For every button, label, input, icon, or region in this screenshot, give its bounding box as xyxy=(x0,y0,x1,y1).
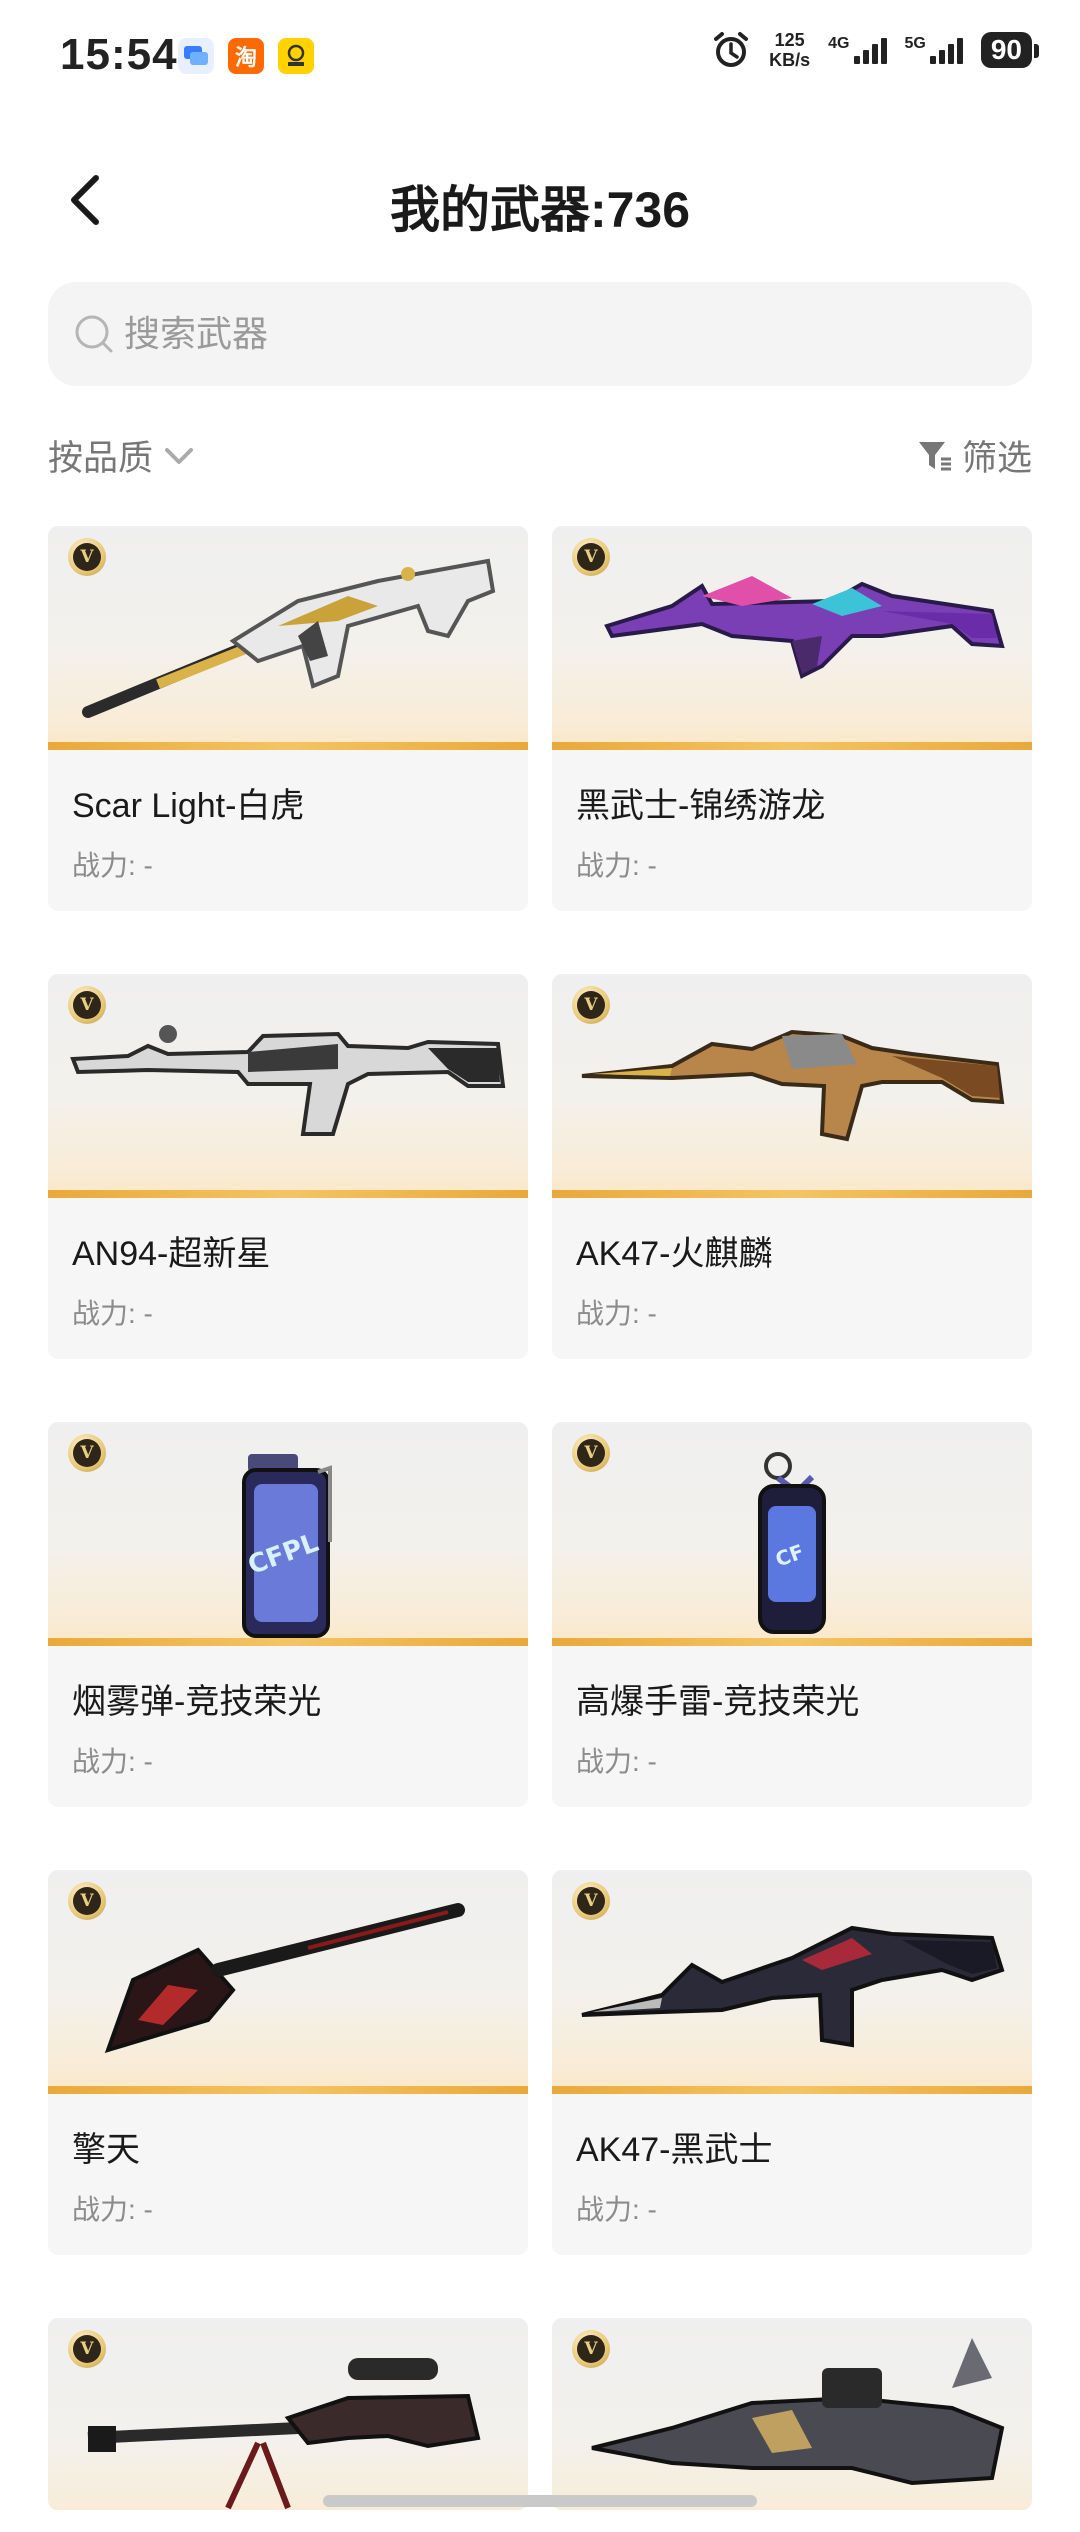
weapon-image-area: V xyxy=(552,526,1032,750)
filter-button[interactable]: 筛选 xyxy=(916,430,1032,481)
weapon-image-area: V xyxy=(48,974,528,1198)
sort-label: 按品质 xyxy=(48,439,154,478)
weapon-image-area: V xyxy=(48,2318,528,2510)
status-bar: 15:54 淘 125 KB/s 4G 5G 90 xyxy=(0,0,1080,110)
vip-badge: V xyxy=(68,2330,106,2368)
weapon-card[interactable]: V AK47-火麒麟 战力: - xyxy=(552,974,1032,1359)
weapon-name: 黑武士-锦绣游龙 xyxy=(576,787,826,825)
network-speed: 125 KB/s xyxy=(769,30,811,70)
status-indicators: 125 KB/s 4G 5G 90 xyxy=(711,30,1040,70)
frag-grenade-icon: CF xyxy=(758,1452,826,1634)
weapon-image-area: CFPL V xyxy=(48,1422,528,1646)
status-app-icons: 淘 xyxy=(178,38,314,74)
filter-label: 筛选 xyxy=(961,439,1032,478)
weapon-name: AK47-黑武士 xyxy=(576,2131,773,2169)
rifle-white-tiger-icon xyxy=(82,558,496,718)
rifle-fire-qilin-icon xyxy=(581,1029,1005,1142)
weapon-card[interactable]: CFPL V 烟雾弹-竞技荣光 战力: - xyxy=(48,1422,528,1807)
weapon-image-area: V xyxy=(48,526,528,750)
search-input[interactable] xyxy=(124,313,924,355)
alarm-icon xyxy=(714,32,749,67)
weapon-card[interactable]: V AN94-超新星 战力: - xyxy=(48,974,528,1359)
rifle-supernova-icon xyxy=(70,1025,506,1136)
weapon-power: 战力: - xyxy=(72,2194,153,2225)
weapon-card[interactable]: V 黑武士-锦绣游龙 战力: - xyxy=(552,526,1032,911)
weapon-image-area: V xyxy=(552,2318,1032,2510)
weapon-power: 战力: - xyxy=(72,850,153,881)
weapon-power: 战力: - xyxy=(72,1746,153,1777)
signal-4g: 4G xyxy=(828,36,887,64)
weapon-name: AK47-火麒麟 xyxy=(576,1235,773,1273)
weapon-name: 擎天 xyxy=(72,2131,140,2169)
weapon-card[interactable]: V 擎天 战力: - xyxy=(48,1870,528,2255)
weapon-image-area: V xyxy=(552,974,1032,1198)
dragon-gun-icon xyxy=(591,2338,1005,2486)
weapon-image-area: CF V xyxy=(552,1422,1032,1646)
sort-by-quality-dropdown[interactable]: 按品质 xyxy=(48,430,199,481)
signal-bars-icon xyxy=(853,36,887,64)
signal-bars-icon xyxy=(929,36,963,64)
rifle-dragon-icon xyxy=(604,576,1005,679)
vip-badge: V xyxy=(68,986,106,1024)
weapon-card[interactable]: V xyxy=(552,2318,1032,2510)
vip-badge: V xyxy=(68,1882,106,1920)
weapon-card[interactable]: V Scar Light-白虎 战力: - xyxy=(48,526,528,911)
sort-filter-bar: 按品质 筛选 xyxy=(48,430,1032,490)
smoke-grenade-icon: CFPL xyxy=(242,1454,332,1638)
vip-badge: V xyxy=(572,2330,610,2368)
weapon-power: 战力: - xyxy=(576,1746,657,1777)
pass-app-icon xyxy=(278,38,314,74)
search-bar[interactable] xyxy=(48,282,1032,386)
filter-icon xyxy=(918,441,951,470)
signal-5g: 5G xyxy=(905,36,963,64)
weapon-image-area: V xyxy=(552,1870,1032,2094)
weapon-image-area: V xyxy=(48,1870,528,2094)
vip-badge: V xyxy=(572,1434,610,1472)
weapon-power: 战力: - xyxy=(576,1298,657,1329)
weapon-name: Scar Light-白虎 xyxy=(72,787,305,825)
weapon-name: 高爆手雷-竞技荣光 xyxy=(576,1683,860,1721)
search-icon xyxy=(75,315,113,353)
taobao-app-icon: 淘 xyxy=(228,38,264,74)
vip-badge: V xyxy=(68,538,106,576)
battery-indicator: 90 xyxy=(980,32,1040,68)
vip-badge: V xyxy=(572,1882,610,1920)
weapon-card[interactable]: V AK47-黑武士 战力: - xyxy=(552,1870,1032,2255)
vip-badge: V xyxy=(572,986,610,1024)
sniper-rifle-icon xyxy=(87,2358,481,2510)
page-header: 我的武器:736 xyxy=(0,150,1080,250)
weapon-power: 战力: - xyxy=(72,1298,153,1329)
weapon-card[interactable]: V xyxy=(48,2318,528,2510)
weapon-name: AN94-超新星 xyxy=(72,1235,271,1273)
weapon-name: 烟雾弹-竞技荣光 xyxy=(72,1683,322,1721)
vip-badge: V xyxy=(68,1434,106,1472)
shovel-icon xyxy=(104,1903,465,2054)
weapon-card[interactable]: CF V 高爆手雷-竞技荣光 战力: - xyxy=(552,1422,1032,1807)
weapon-power: 战力: - xyxy=(576,850,657,881)
chevron-down-icon xyxy=(165,447,194,464)
status-time: 15:54 xyxy=(60,30,178,79)
message-app-icon xyxy=(178,38,214,74)
weapon-power: 战力: - xyxy=(576,2194,657,2225)
vip-badge: V xyxy=(572,538,610,576)
home-indicator[interactable] xyxy=(323,2495,757,2507)
page-title: 我的武器:736 xyxy=(389,182,691,238)
rifle-black-warrior-icon xyxy=(581,1925,1005,2048)
